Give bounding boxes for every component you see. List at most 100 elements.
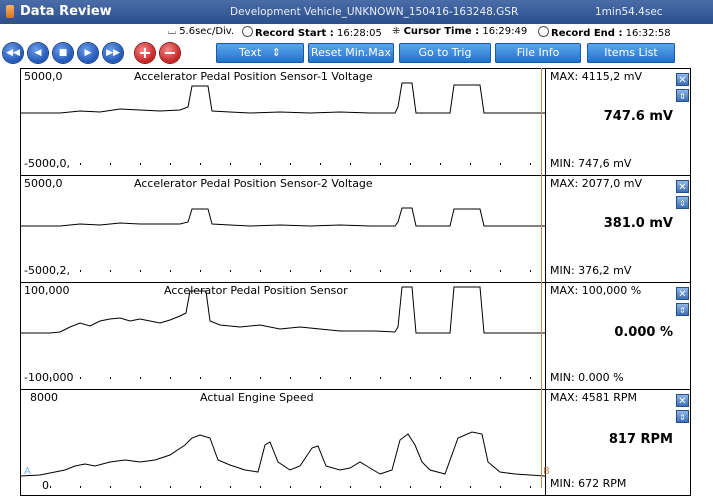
signal-trace xyxy=(20,207,545,227)
items-list-button[interactable]: Items List xyxy=(587,43,675,63)
scale-updown-icon: ⇕ xyxy=(679,199,686,208)
text-mode-select[interactable]: Text ⇕ xyxy=(216,43,304,63)
time-ticks xyxy=(50,486,531,488)
stop-icon: ■ xyxy=(58,48,68,58)
graph-panel-sensor1[interactable]: 5000,0 Accelerator Pedal Position Sensor… xyxy=(20,68,691,175)
step-back-icon: ◀ xyxy=(34,48,42,58)
value-panel: MAX: 4115,2 mV 747.6 mV MIN: 747,6 mV ✕ … xyxy=(545,69,691,175)
close-graph-button[interactable]: ✕ xyxy=(676,394,689,407)
signal-trace xyxy=(20,431,545,477)
title-bar: Data Review Development Vehicle_UNKNOWN_… xyxy=(0,0,713,24)
rewind-button[interactable]: ◀◀ xyxy=(3,43,23,63)
rewind-icon: ◀◀ xyxy=(6,48,20,58)
current-value: 817 RPM xyxy=(608,432,673,447)
max-value: MAX: 4115,2 mV xyxy=(550,70,642,83)
y-axis-min: -100,000 xyxy=(24,371,74,384)
fast-forward-icon: ▶▶ xyxy=(106,48,120,58)
time-ticks xyxy=(50,377,531,379)
record-duration: 1min54.4sec xyxy=(595,6,663,18)
y-axis-min: -5000,2, xyxy=(24,264,70,277)
graph-panel-engine-speed[interactable]: 8000 Actual Engine Speed 0 MAX: 4581 RPM… xyxy=(20,389,691,496)
y-axis-max: 100,000 xyxy=(24,284,70,297)
scale-button[interactable]: ⇕ xyxy=(676,89,689,102)
scale-button[interactable]: ⇕ xyxy=(676,410,689,423)
step-forward-button[interactable]: ▶ xyxy=(78,43,98,63)
scale-updown-icon: ⇕ xyxy=(679,92,686,101)
graph-plot[interactable] xyxy=(20,176,545,283)
go-to-trig-button[interactable]: Go to Trig xyxy=(399,43,491,63)
current-value: 381.0 mV xyxy=(603,216,673,231)
graph-bottom-border xyxy=(20,495,691,496)
record-info-bar: ⌴ 5.6sec/Div. Record Start : 16:28:05 ⁜ … xyxy=(0,24,713,40)
scale-updown-icon: ⇕ xyxy=(679,306,686,315)
record-start: Record Start : 16:28:05 xyxy=(242,26,382,39)
time-ticks xyxy=(50,163,531,165)
close-icon: ✕ xyxy=(678,75,687,86)
min-value: MIN: 672 RPM xyxy=(550,477,627,490)
close-graph-button[interactable]: ✕ xyxy=(676,73,689,86)
close-icon: ✕ xyxy=(678,182,687,193)
graph-panel-pedal-position[interactable]: 100,000 Accelerator Pedal Position Senso… xyxy=(20,282,691,389)
time-scale: ⌴ 5.6sec/Div. xyxy=(168,26,235,37)
graph-plot[interactable] xyxy=(20,390,545,497)
min-value: MIN: 747,6 mV xyxy=(550,157,632,170)
zoom-in-button[interactable]: + xyxy=(135,43,155,63)
record-end: Record End : 16:32:58 xyxy=(538,26,671,39)
plus-icon: + xyxy=(138,43,152,62)
app-icon xyxy=(6,5,14,18)
y-axis-max: 5000,0 xyxy=(24,70,63,83)
y-axis-max: 8000 xyxy=(30,391,58,404)
max-value: MAX: 100,000 % xyxy=(550,284,642,297)
graph-area[interactable]: 5000,0 Accelerator Pedal Position Sensor… xyxy=(20,68,691,496)
close-graph-button[interactable]: ✕ xyxy=(676,287,689,300)
minus-icon: − xyxy=(163,43,177,62)
crosshair-icon: ⁜ xyxy=(392,26,401,37)
value-panel: MAX: 100,000 % 0.000 % MIN: 0.000 % ✕ ⇕ xyxy=(545,283,691,389)
min-value: MIN: 0.000 % xyxy=(550,371,624,384)
y-axis-min: 0 xyxy=(42,479,49,492)
step-forward-icon: ▶ xyxy=(84,48,92,58)
y-axis-max: 5000,0 xyxy=(24,177,63,190)
current-value: 747.6 mV xyxy=(603,109,673,124)
stop-button[interactable]: ■ xyxy=(53,43,73,63)
graph-title: Accelerator Pedal Position Sensor xyxy=(164,284,348,297)
reset-min-max-button[interactable]: Reset Min.Max xyxy=(308,43,394,63)
value-panel: MAX: 4581 RPM 817 RPM MIN: 672 RPM ✕ ⇕ xyxy=(545,390,691,496)
toolbar: ◀◀ ◀ ■ ▶ ▶▶ + − Text ⇕ Reset Min.Max Go … xyxy=(0,40,713,66)
window-title: Data Review xyxy=(20,4,112,19)
cursor-time: ⁜ Cursor Time : 16:29:49 xyxy=(392,26,528,37)
marker-a[interactable]: A xyxy=(24,466,31,477)
marker-b[interactable]: B xyxy=(543,466,550,477)
graph-plot[interactable] xyxy=(20,283,545,390)
value-panel: MAX: 2077,0 mV 381.0 mV MIN: 376,2 mV ✕ … xyxy=(545,176,691,282)
max-value: MAX: 4581 RPM xyxy=(550,391,638,404)
min-value: MIN: 376,2 mV xyxy=(550,264,632,277)
current-value: 0.000 % xyxy=(614,325,673,340)
close-icon: ✕ xyxy=(678,396,687,407)
graph-title: Accelerator Pedal Position Sensor-1 Volt… xyxy=(134,70,373,83)
file-info-button[interactable]: File Info xyxy=(495,43,581,63)
graph-title: Accelerator Pedal Position Sensor-2 Volt… xyxy=(134,177,373,190)
updown-arrow-icon: ⇕ xyxy=(271,46,281,59)
graph-left-border xyxy=(20,68,21,496)
signal-trace xyxy=(20,82,545,114)
clock-icon xyxy=(538,26,549,37)
time-cursor[interactable] xyxy=(541,68,542,488)
close-graph-button[interactable]: ✕ xyxy=(676,180,689,193)
fast-forward-button[interactable]: ▶▶ xyxy=(103,43,123,63)
graph-panel-sensor2[interactable]: 5000,0 Accelerator Pedal Position Sensor… xyxy=(20,175,691,282)
time-ticks xyxy=(50,270,531,272)
scale-button[interactable]: ⇕ xyxy=(676,196,689,209)
file-name: Development Vehicle_UNKNOWN_150416-16324… xyxy=(230,6,519,18)
zoom-out-button[interactable]: − xyxy=(160,43,180,63)
step-back-button[interactable]: ◀ xyxy=(28,43,48,63)
close-icon: ✕ xyxy=(678,289,687,300)
y-axis-min: -5000,0, xyxy=(24,157,70,170)
max-value: MAX: 2077,0 mV xyxy=(550,177,642,190)
clock-icon xyxy=(242,26,253,37)
scale-button[interactable]: ⇕ xyxy=(676,303,689,316)
graph-right-border xyxy=(690,68,691,496)
graph-plot[interactable] xyxy=(20,69,545,176)
scale-updown-icon: ⇕ xyxy=(679,413,686,422)
graph-title: Actual Engine Speed xyxy=(200,391,314,404)
